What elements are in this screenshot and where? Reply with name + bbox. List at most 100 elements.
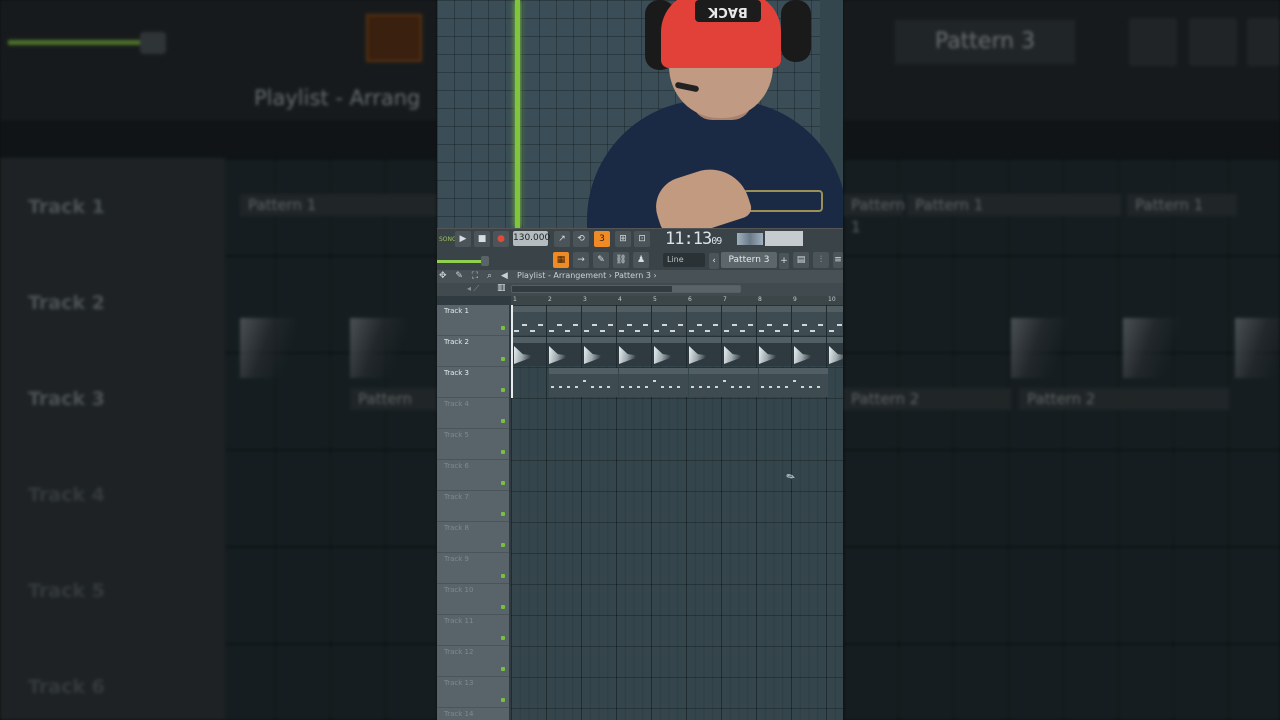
track-label[interactable]: Track 10 [444,586,473,594]
track-mute-led[interactable] [501,481,505,485]
pattern-clip[interactable] [792,337,826,366]
pattern-clip[interactable]: Pattern 2 [689,368,758,397]
pattern-clip[interactable] [617,337,651,366]
stamp-icon[interactable]: ♟ [633,252,649,268]
pattern-clip[interactable]: Pattern 2 [759,368,828,397]
pattern-select[interactable]: Pattern 3 [721,252,777,268]
playlist-tool-icons[interactable]: ✥ ✎ ⛶ ⌕ ◀ [439,271,511,281]
track-mute-led[interactable] [501,357,505,361]
pattern-clip[interactable]: Pattern 1 [757,306,791,335]
master-volume-slider[interactable] [437,260,481,263]
pattern-clip[interactable]: Pattern 1 [652,306,686,335]
track-label[interactable]: Track 1 [444,307,469,315]
pattern-clip[interactable]: Pattern 1 [582,306,616,335]
tempo-display[interactable]: 130.000 [513,231,550,246]
blend-icon[interactable]: ⊞ [615,231,631,247]
pattern-clip[interactable]: Pattern 1 [722,306,756,335]
playhead[interactable] [511,305,513,398]
song-time-display: 11:1309 [665,229,722,249]
bg-track-labels: Track 1 Track 2 Track 3 Track 4 Track 5 … [0,158,225,720]
bar-number: 5 [653,296,657,303]
metronome-icon[interactable]: ↗ [554,231,570,247]
piano-roll-icon[interactable]: ▤ [793,252,809,268]
track-mute-led[interactable] [501,326,505,330]
stop-button[interactable]: ■ [474,231,490,247]
track-header-column: Track 1 Track 2 Track 3 Track 4 Track 5 Track… [437,305,509,720]
hat-label: BACK [695,0,761,22]
next-pattern-icon[interactable]: + [779,253,789,269]
bar-ruler[interactable]: 1 2 3 4 5 6 7 8 9 10 [511,296,843,305]
pencil-tool-icon[interactable]: ✎ [593,252,609,268]
horizontal-scrollbar[interactable] [511,285,741,293]
playlist-button-icon[interactable]: ▦ [553,252,569,268]
cpu-meter [765,231,803,246]
pattern-clip[interactable]: Pattern 1 [792,306,826,335]
play-button[interactable]: ▶ [455,231,471,247]
clip-label: Pattern 1 [654,306,677,312]
audio-waveform [514,346,536,364]
track-mute-led[interactable] [501,543,505,547]
pattern-clip[interactable]: Pattern 2 [549,368,618,397]
snap-select[interactable]: Line [663,253,705,267]
track-mute-led[interactable] [501,388,505,392]
audio-waveform [724,346,746,364]
pattern-clip[interactable]: Pattern 1 [547,306,581,335]
pattern-clip[interactable] [722,337,756,366]
track-mute-led[interactable] [501,667,505,671]
track-label[interactable]: Track 6 [444,462,469,470]
video-frame: Playlist - Arrang Track 1 Track 2 Track … [0,0,1280,720]
track-mute-led[interactable] [501,419,505,423]
clip-label: Pattern 2 [551,368,574,374]
loop-record-icon[interactable]: ⊡ [634,231,650,247]
pattern-clip[interactable] [757,337,791,366]
pattern-clip[interactable] [547,337,581,366]
pattern-clip[interactable]: Pattern 1 [687,306,721,335]
track-label[interactable]: Track 7 [444,493,469,501]
track-label[interactable]: Track 12 [444,648,473,656]
bar-number: 2 [548,296,552,303]
track-mute-led[interactable] [501,636,505,640]
pattern-clip[interactable]: Pattern 2 [619,368,688,397]
track-mute-led[interactable] [501,512,505,516]
audio-waveform [759,346,781,364]
track-label[interactable]: Track 14 [444,710,473,718]
audio-waveform [689,346,711,364]
scrollbar-thumb[interactable] [672,286,740,292]
bg-playlist-title: Playlist - Arrang [254,86,421,110]
track-label[interactable]: Track 11 [444,617,473,625]
arrow-icon[interactable]: → [573,252,589,268]
wait-icon[interactable]: ⟲ [573,231,589,247]
mixer-icon[interactable]: ⫶ [813,252,829,268]
track-label[interactable]: Track 2 [444,338,469,346]
pattern-clip[interactable]: Pattern 1 [512,306,546,335]
pattern-clip[interactable] [687,337,721,366]
pattern-clip[interactable] [582,337,616,366]
track-label[interactable]: Track 13 [444,679,473,687]
track-mute-led[interactable] [501,698,505,702]
track-label[interactable]: Track 3 [444,369,469,377]
video-center-panel: BACK SONG ▶ ■ ● 130.000 ↗ ⟲ 3 ⊞ ⊡ 11:130… [437,0,843,720]
track-mute-led[interactable] [501,450,505,454]
track-mute-led[interactable] [501,605,505,609]
playlist-title: Playlist - Arrangement › Pattern 3 › [517,271,657,280]
track-label[interactable]: Track 4 [444,400,469,408]
prev-pattern-icon[interactable]: ‹ [709,253,719,269]
pattern-clip[interactable]: Pattern 1 [827,306,843,335]
track-label[interactable]: Track 9 [444,555,469,563]
scroll-left-icon[interactable]: ◂ ⟋ [467,284,479,294]
record-button[interactable]: ● [493,231,509,247]
shirt-print [743,190,823,212]
piano-icon[interactable]: ▥ [497,283,506,293]
track-label[interactable]: Track 8 [444,524,469,532]
track-label[interactable]: Track 5 [444,431,469,439]
pattern-clip[interactable] [652,337,686,366]
master-volume-knob[interactable] [481,256,489,266]
link-icon[interactable]: ⛓ [613,252,629,268]
pattern-clip[interactable] [512,337,546,366]
track-mute-led[interactable] [501,574,505,578]
channel-rack-icon[interactable]: ≡ [833,252,843,268]
countdown-icon[interactable]: 3 [594,231,610,247]
pattern-clip[interactable]: Pattern 1 [617,306,651,335]
playlist-grid[interactable]: Pattern 1 Pattern 1 Pattern 1 Pattern 1 Patt… [511,305,843,720]
pattern-clip[interactable] [827,337,843,366]
